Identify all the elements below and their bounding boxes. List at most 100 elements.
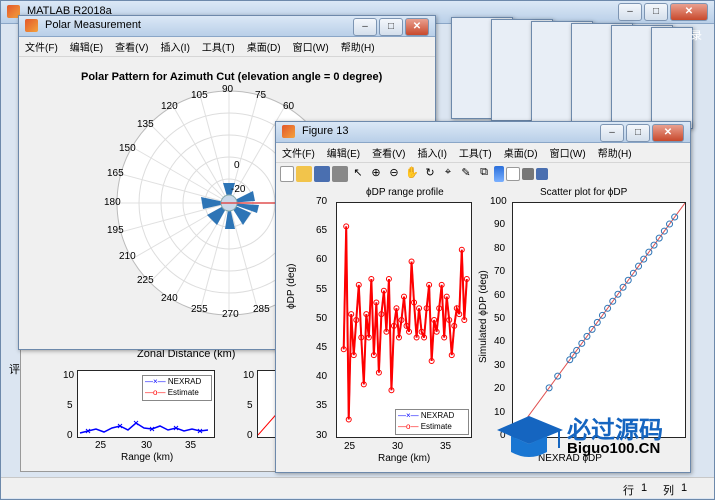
watermark-logo: 必过源码 Biguo100.CN: [493, 408, 693, 464]
angle-label: 105: [191, 90, 208, 101]
angle-label: 150: [119, 143, 136, 154]
hide-plot-tools-icon[interactable]: [522, 168, 534, 180]
bg-xtick: 25: [95, 440, 107, 451]
menu-file[interactable]: 文件(F): [282, 145, 315, 160]
ytick: 20: [494, 383, 506, 394]
open-file-icon[interactable]: [296, 166, 312, 182]
bg-xtick: 30: [141, 440, 153, 451]
bg-xlabel: Range (km): [121, 452, 174, 463]
zoom-out-icon[interactable]: ⊖: [386, 166, 402, 182]
series-line-estimate: [342, 226, 468, 420]
menu-desktop[interactable]: 桌面(D): [504, 145, 538, 160]
bg-ytick: 5: [67, 400, 73, 411]
fig13-legend: —×— NEXRAD —o— Estimate: [395, 409, 469, 435]
fig13-window-title: Figure 13: [302, 125, 349, 137]
save-icon[interactable]: [314, 166, 330, 182]
angle-label: 120: [161, 101, 178, 112]
ytick: 90: [494, 219, 506, 230]
fig13-toolbar: ↖ ⊕ ⊖ ✋ ↻ ⌖ ✎ ⧉: [276, 163, 690, 186]
ytick: 100: [490, 196, 507, 207]
bg-plot-axes[interactable]: —×— NEXRAD —o— Estimate: [77, 370, 215, 438]
polar-menubar: 文件(F) 编辑(E) 查看(V) 插入(I) 工具(T) 桌面(D) 窗口(W…: [19, 37, 435, 57]
left-xlabel: Range (km): [378, 453, 431, 464]
angle-label: 180: [104, 197, 121, 208]
status-row-label: 行: [623, 485, 634, 497]
menu-tools[interactable]: 工具(T): [459, 145, 492, 160]
menu-window[interactable]: 窗口(W): [550, 145, 586, 160]
menu-edit[interactable]: 编辑(E): [327, 145, 360, 160]
left-label: 评: [9, 364, 20, 376]
new-figure-icon[interactable]: [280, 166, 294, 182]
graduation-cap-logo: [497, 416, 563, 457]
xtick: 30: [392, 441, 404, 452]
colorbar-icon[interactable]: [494, 166, 504, 182]
show-plot-tools-icon[interactable]: [536, 168, 548, 180]
angle-label: 60: [283, 101, 295, 112]
menu-insert[interactable]: 插入(I): [417, 145, 446, 160]
series-line-nexrad: [342, 226, 468, 420]
menu-view[interactable]: 查看(V): [372, 145, 405, 160]
brush-icon[interactable]: ✎: [458, 166, 474, 182]
left-ylabel: ϕDP (deg): [286, 263, 297, 309]
ytick: 30: [494, 360, 506, 371]
fig13-maximize-button[interactable]: □: [626, 124, 650, 142]
fig13-minimize-button[interactable]: –: [600, 124, 624, 142]
menu-help[interactable]: 帮助(H): [341, 39, 375, 54]
angle-label: 90: [222, 84, 234, 95]
zoom-in-icon[interactable]: ⊕: [368, 166, 384, 182]
bg-figure-window[interactable]: [651, 27, 693, 129]
link-plot-icon[interactable]: ⧉: [476, 166, 492, 182]
angle-label: 195: [107, 225, 124, 236]
left-plot-title: ϕDP range profile: [366, 187, 444, 198]
menu-file[interactable]: 文件(F): [25, 39, 58, 54]
angle-label: 255: [191, 304, 208, 315]
bg-legend-nexrad: —×— NEXRAD: [145, 377, 202, 386]
ytick: 55: [316, 284, 328, 295]
radial-label: -20: [231, 184, 246, 195]
right-ylabel: Simulated ϕDP (deg): [478, 270, 489, 363]
figure-icon: [25, 19, 38, 32]
angle-label: 75: [255, 90, 267, 101]
left-plot-axes[interactable]: —×— NEXRAD —o— Estimate: [336, 202, 472, 438]
main-status-bar: 行 1 列 1: [1, 477, 714, 498]
menu-view[interactable]: 查看(V): [115, 39, 148, 54]
ytick: 80: [494, 243, 506, 254]
fig13-close-button[interactable]: ✕: [652, 124, 684, 142]
print-icon[interactable]: [332, 166, 348, 182]
status-col-value: 1: [681, 482, 688, 494]
bg-figure-plots: Zonal Distance (km) —×— NEXRAD —o— Estim…: [20, 345, 289, 472]
menu-tools[interactable]: 工具(T): [202, 39, 235, 54]
polar-close-button[interactable]: ✕: [405, 18, 429, 36]
ytick: 30: [316, 430, 328, 441]
figure-icon: [282, 125, 295, 138]
bg-xtick: 35: [185, 440, 197, 451]
menu-window[interactable]: 窗口(W): [293, 39, 329, 54]
stacked-figure-windows: [431, 17, 693, 129]
xtick: 25: [344, 441, 356, 452]
ytick: 60: [494, 290, 506, 301]
ytick: 40: [494, 336, 506, 347]
pan-icon[interactable]: ✋: [404, 166, 420, 182]
angle-label: 285: [253, 304, 270, 315]
ytick: 60: [316, 254, 328, 265]
ytick: 45: [316, 342, 328, 353]
watermark-url: Biguo100.CN: [567, 440, 661, 457]
ytick: 50: [316, 313, 328, 324]
polar-maximize-button[interactable]: □: [379, 18, 403, 36]
bg-ytick: 10: [63, 370, 75, 381]
menu-edit[interactable]: 编辑(E): [70, 39, 103, 54]
ytick: 35: [316, 400, 328, 411]
menu-help[interactable]: 帮助(H): [598, 145, 632, 160]
legend-icon[interactable]: [506, 167, 520, 181]
xtick: 35: [440, 441, 452, 452]
menu-insert[interactable]: 插入(I): [160, 39, 189, 54]
data-cursor-icon[interactable]: ⌖: [440, 166, 456, 182]
right-plot-axes[interactable]: [512, 202, 686, 438]
edit-plot-icon[interactable]: ↖: [350, 166, 366, 182]
menu-desktop[interactable]: 桌面(D): [247, 39, 281, 54]
polar-minimize-button[interactable]: –: [353, 18, 377, 36]
bg-y2tick: 0: [247, 430, 253, 441]
ytick: 65: [316, 225, 328, 236]
bg-legend-estimate: —o— Estimate: [145, 388, 199, 397]
rotate-icon[interactable]: ↻: [422, 166, 438, 182]
